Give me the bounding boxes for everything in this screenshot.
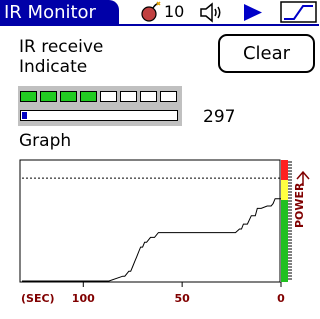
signal-value: 297 (203, 107, 236, 127)
indicator-led (80, 91, 97, 102)
x-axis-unit-label: (SEC) (21, 292, 55, 305)
title-underline (0, 24, 319, 26)
speaker-icon[interactable] (199, 2, 225, 23)
indicator-led (120, 91, 137, 102)
power-scale-segment (281, 160, 288, 180)
x-tick-label: 50 (174, 292, 190, 305)
indicator-led (60, 91, 77, 102)
indicator-led (100, 91, 117, 102)
signal-level-fill (22, 112, 27, 119)
x-axis-ticks: 100 50 0 (72, 282, 285, 305)
signal-level-bar (20, 110, 178, 121)
power-label: POWER (293, 182, 306, 228)
indicator-led (140, 91, 157, 102)
power-scale-segment (281, 180, 288, 200)
ir-receive-label: IR receive Indicate (19, 37, 104, 77)
app-title: IR Monitor (4, 2, 96, 23)
indicator-led (160, 91, 177, 102)
step-wave-icon[interactable] (280, 1, 317, 23)
play-icon[interactable] (242, 3, 264, 22)
power-axis-label: POWER (293, 170, 310, 228)
indicator-led (40, 91, 57, 102)
bomb-icon[interactable] (139, 1, 161, 23)
x-tick-label: 0 (277, 292, 285, 305)
title-bar: IR Monitor 10 (0, 0, 319, 26)
power-graph: 100 50 0 (SEC) POWER (19, 159, 310, 305)
graph-label: Graph (19, 131, 72, 151)
bomb-count: 10 (164, 2, 185, 21)
app-title-tab[interactable]: IR Monitor (0, 0, 119, 26)
power-scale-bar (281, 160, 292, 282)
receive-indicator-panel (18, 86, 182, 126)
power-scale-ticks (288, 161, 292, 280)
x-tick-label: 100 (72, 292, 95, 305)
power-scale-segment (281, 200, 288, 282)
clear-button[interactable]: Clear (218, 34, 315, 73)
indicator-led (20, 91, 37, 102)
